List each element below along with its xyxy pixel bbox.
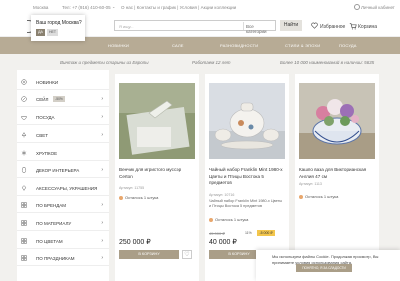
stock-status: Осталось 1 штука	[299, 194, 338, 199]
chevron-down-icon[interactable]: ⌄	[112, 4, 115, 9]
sidebar-item-label: СЕЙЛ	[36, 97, 49, 102]
product-name[interactable]: Кашпо ваза для Викторианская Англия 47 с…	[299, 167, 375, 180]
chevron-right-icon: ›	[101, 132, 103, 138]
sidebar-item-label: ПОСУДА	[36, 115, 55, 120]
sidebar-item-colors[interactable]: ПО ЦВЕТАМ ›	[17, 234, 109, 249]
banner-text-mid: Работаем 12 лет	[192, 60, 231, 65]
product-article: Артикул: 1113	[299, 182, 322, 186]
product-article: Артикул: 10716	[209, 193, 235, 197]
sidebar-item-accessories[interactable]: АКСЕССУАРЫ, УКРАШЕНИЯ	[17, 181, 109, 196]
phone-number[interactable]: Тел: +7 (916) 410-60-05	[62, 5, 111, 10]
snowflake-icon	[21, 150, 27, 156]
percent-icon	[21, 96, 27, 102]
stock-status: Осталось 1 штука	[119, 195, 158, 200]
find-button[interactable]: Найти	[280, 20, 302, 31]
top-bar: Москва Тел: +7 (916) 410-60-05 ⌄ О нас |…	[0, 0, 400, 16]
grid-icon	[21, 220, 27, 226]
cookie-accept-button[interactable]: ПОНЯТНО, Я ЗА СЛАДОСТИ	[296, 264, 352, 272]
sidebar-item-label: ПО ПРАЗДНИКАМ	[36, 256, 75, 261]
cookie-text: Мы используем файлы Cookie. Продолжая пр…	[272, 254, 379, 259]
search-bar[interactable]: Я ищу... Все категории	[114, 20, 276, 34]
sidebar-item-dishes[interactable]: ПОСУДА ›	[17, 110, 109, 125]
chevron-right-icon: ›	[101, 220, 103, 226]
product-name[interactable]: Венчик для игристого муссэр Certon	[119, 167, 195, 180]
sidebar-item-interior-decor[interactable]: ДЕКОР ИНТЕРЬЕРА ›	[17, 163, 109, 178]
sidebar-item-label: ПО ЦВЕТАМ	[36, 239, 63, 244]
sidebar-item-fragile[interactable]: ХРУПКОЕ	[17, 146, 109, 161]
city-question: Ваш город Москва?	[36, 20, 82, 26]
nav-item-types[interactable]: РАЗНОВИДНОСТИ	[220, 43, 258, 48]
search-divider	[243, 22, 244, 30]
sidebar-item-label: СВЕТ	[36, 133, 49, 138]
product-card[interactable]: Венчик для игристого муссэр Certon Артик…	[115, 74, 199, 281]
grid-icon	[21, 255, 27, 261]
discount-badge: -5 000 ₽	[257, 230, 275, 236]
chevron-right-icon: ›	[101, 96, 103, 102]
product-price: 40 000 ₽	[209, 239, 237, 246]
sidebar-item-label: ДЕКОР ИНТЕРЬЕРА	[36, 168, 80, 173]
old-price: 45 000 ₽	[209, 231, 225, 236]
nav-item-dishes[interactable]: ПОСУДА	[339, 43, 357, 48]
chevron-right-icon: ›	[101, 202, 103, 208]
city-no-button[interactable]: НЕТ	[47, 29, 58, 36]
sidebar-item-label: НОВИНКИ	[36, 80, 59, 85]
sidebar-item-label: ПО БРЕНДАМ	[36, 203, 66, 208]
product-name[interactable]: Чайный набор Franklin Mint 1980-х Цветы …	[209, 167, 285, 187]
sidebar-item-light[interactable]: СВЕТ ›	[17, 128, 109, 143]
jewel-icon	[21, 185, 27, 191]
product-subtitle: Чайный набор Franklin Mint 1980-х Цветы …	[209, 199, 283, 208]
chevron-right-icon: ›	[101, 255, 103, 261]
new-icon	[21, 79, 27, 85]
sidebar-item-sale[interactable]: СЕЙЛ -50% ›	[17, 92, 109, 107]
product-image[interactable]	[119, 83, 195, 159]
stock-status: Осталось 1 штука	[209, 217, 248, 222]
sidebar-item-label: ПО МАТЕРИАЛУ	[36, 221, 72, 226]
dishes-icon	[21, 116, 27, 120]
top-links[interactable]: О нас | Контакты и график | Условия | Ак…	[121, 5, 236, 10]
favorites-link[interactable]: Избранное	[320, 24, 345, 30]
chevron-right-icon: ›	[101, 167, 103, 173]
grid-icon	[21, 238, 27, 244]
product-image[interactable]	[209, 83, 285, 159]
sidebar-item-label: ХРУПКОЕ	[36, 151, 58, 156]
discount-percent: 11%	[245, 231, 252, 235]
product-price: 250 000 ₽	[119, 239, 151, 246]
cart-link[interactable]: Корзина	[358, 24, 377, 30]
vase-icon	[21, 167, 27, 173]
city-confirm-popup: Ваш город Москва? ДА НЕТ	[31, 15, 85, 41]
heart-icon[interactable]	[311, 22, 318, 29]
category-select[interactable]: Все категории	[246, 24, 275, 34]
product-image[interactable]	[299, 83, 375, 159]
info-banner: Винтаж и предметы старины из Европы Рабо…	[0, 54, 400, 70]
sale-badge: -50%	[53, 96, 65, 102]
nav-item-sale[interactable]: САЛЕ	[172, 43, 184, 48]
sidebar-item-label: АКСЕССУАРЫ, УКРАШЕНИЯ	[36, 186, 98, 191]
banner-text-left: Винтаж и предметы старины из Европы	[60, 60, 149, 65]
banner-text-right: Более 10 000 наименований в наличии: 563…	[280, 60, 375, 65]
category-sidebar: НОВИНКИ СЕЙЛ -50% › ПОСУДА › СВЕТ › ХРУП…	[17, 70, 109, 281]
cart-icon[interactable]	[349, 22, 357, 30]
sidebar-item-new[interactable]: НОВИНКИ	[17, 75, 109, 90]
sidebar-item-material[interactable]: ПО МАТЕРИАЛУ ›	[17, 216, 109, 231]
product-card-next	[115, 270, 199, 281]
city-link[interactable]: Москва	[33, 5, 48, 10]
heart-icon[interactable]: ♡	[182, 250, 192, 259]
grid-icon	[21, 202, 27, 208]
nav-item-styles[interactable]: СТИЛИ & ЭПОХИ	[285, 43, 320, 48]
product-article: Артикул: 11755	[119, 186, 145, 190]
chevron-right-icon: ›	[101, 238, 103, 244]
nav-item-new[interactable]: НОВИНКИ	[108, 43, 129, 48]
sidebar-item-holidays[interactable]: ПО ПРАЗДНИКАМ ›	[17, 251, 109, 266]
user-icon[interactable]	[354, 4, 360, 10]
city-yes-button[interactable]: ДА	[36, 29, 45, 36]
chevron-right-icon: ›	[101, 114, 103, 120]
search-input[interactable]: Я ищу...	[119, 24, 134, 29]
sidebar-item-brands[interactable]: ПО БРЕНДАМ ›	[17, 198, 109, 213]
account-link[interactable]: Личный кабинет	[361, 5, 395, 10]
lamp-icon	[21, 132, 27, 138]
add-to-cart-button[interactable]: В КОРЗИНУ	[119, 250, 179, 259]
